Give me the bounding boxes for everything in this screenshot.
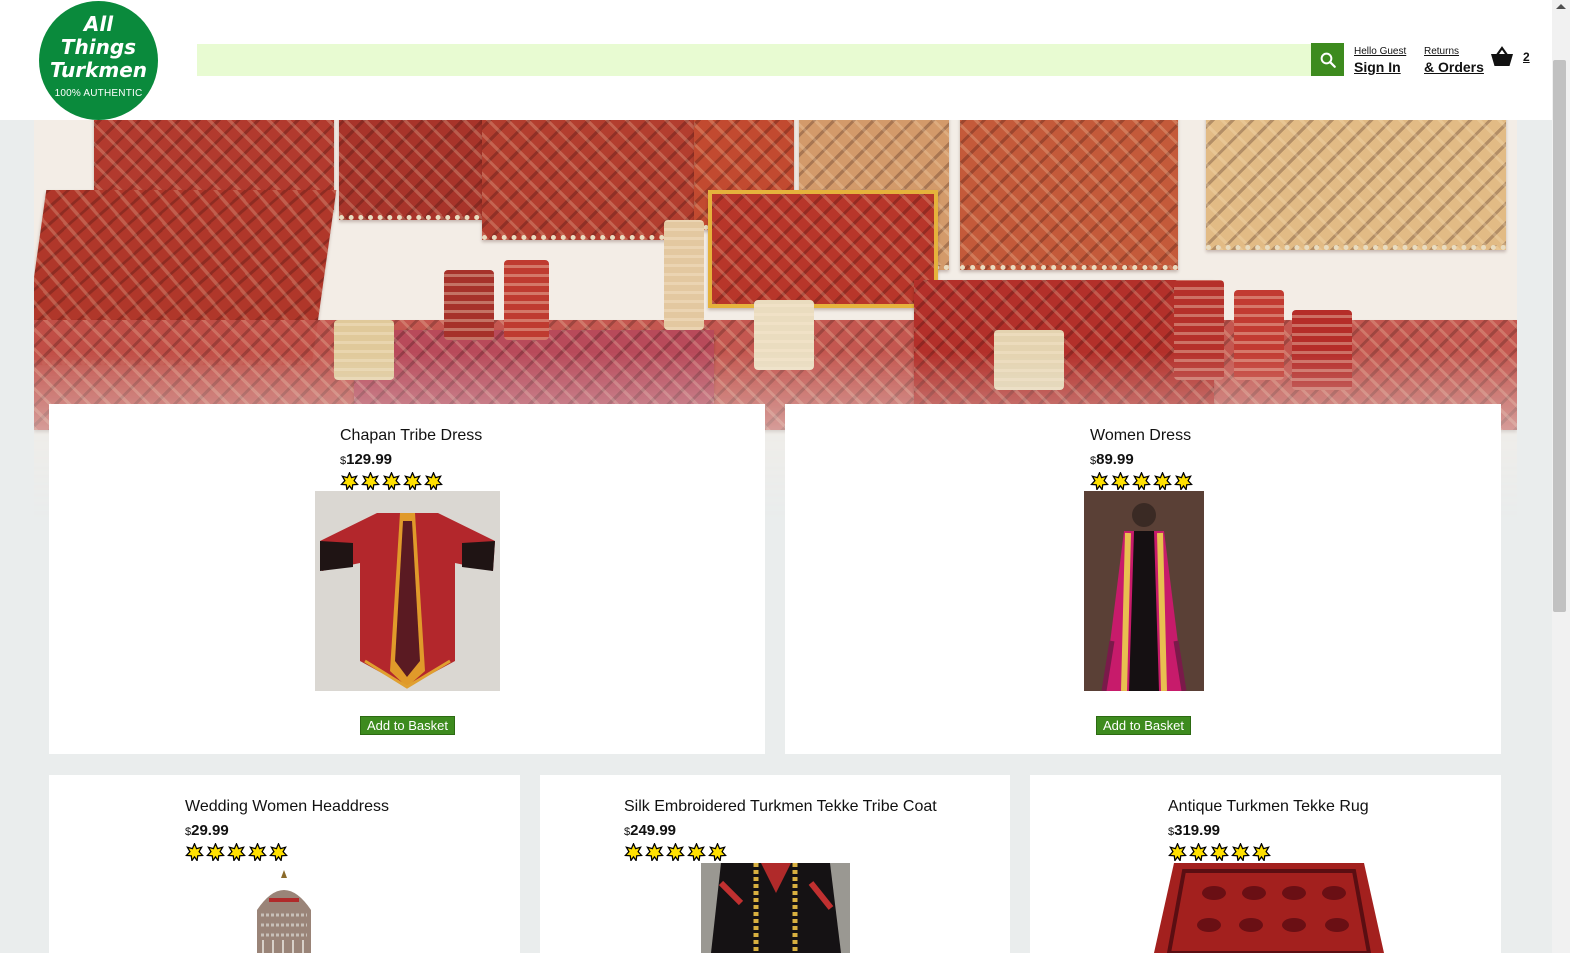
scrollbar-thumb[interactable] xyxy=(1553,60,1566,612)
star-icon xyxy=(227,843,246,861)
star-icon xyxy=(1090,472,1109,490)
product-card: Antique Turkmen Tekke Rug $319.99 xyxy=(1030,775,1501,953)
star-icon xyxy=(1189,843,1208,861)
price-amount: 89.99 xyxy=(1096,451,1134,468)
product-info: Antique Turkmen Tekke Rug $319.99 xyxy=(1168,797,1369,861)
star-icon xyxy=(1132,472,1151,490)
product-name[interactable]: Women Dress xyxy=(1090,426,1193,446)
product-card: Silk Embroidered Turkmen Tekke Tribe Coa… xyxy=(540,775,1010,953)
star-icon xyxy=(269,843,288,861)
star-icon xyxy=(185,843,204,861)
search-icon xyxy=(1320,52,1336,68)
star-icon xyxy=(1153,472,1172,490)
star-icon xyxy=(624,843,643,861)
basket-count[interactable]: 2 xyxy=(1523,50,1530,64)
product-name[interactable]: Antique Turkmen Tekke Rug xyxy=(1168,797,1369,817)
returns-label: Returns xyxy=(1424,46,1460,57)
star-icon xyxy=(1174,472,1193,490)
logo-line-1: All xyxy=(83,12,114,36)
star-icon xyxy=(1168,843,1187,861)
star-icon xyxy=(708,843,727,861)
product-image[interactable] xyxy=(1154,863,1384,953)
product-name[interactable]: Chapan Tribe Dress xyxy=(340,426,482,446)
account-link[interactable]: Hello Guest Sign In xyxy=(1354,46,1406,76)
star-icon xyxy=(1231,843,1250,861)
price-amount: 129.99 xyxy=(346,451,393,468)
product-card: Wedding Women Headdress $29.99 xyxy=(49,775,520,953)
account-greeting: Hello Guest xyxy=(1354,46,1407,57)
product-price: $129.99 xyxy=(340,452,482,469)
site-header: All Things Turkmen 100% AUTHENTIC Hello … xyxy=(0,0,1552,120)
search-input[interactable] xyxy=(197,44,1311,76)
product-rating xyxy=(185,843,389,861)
product-image[interactable] xyxy=(1084,491,1204,691)
product-info: Wedding Women Headdress $29.99 xyxy=(185,797,389,861)
logo-line-3: Turkmen xyxy=(49,58,148,82)
product-price: $249.99 xyxy=(624,823,937,840)
star-icon xyxy=(248,843,267,861)
logo-line-2: Things xyxy=(60,35,137,59)
product-price: $319.99 xyxy=(1168,823,1369,840)
basket-icon[interactable] xyxy=(1490,45,1514,69)
star-icon xyxy=(687,843,706,861)
star-icon xyxy=(645,843,664,861)
product-image[interactable] xyxy=(249,870,319,953)
orders-link[interactable]: Returns & Orders xyxy=(1424,46,1484,76)
sign-in-label: Sign In xyxy=(1354,59,1401,75)
star-icon xyxy=(361,472,380,490)
product-info: Women Dress $89.99 xyxy=(1090,426,1193,490)
product-rating xyxy=(1168,843,1369,861)
product-rating xyxy=(340,472,482,490)
star-icon xyxy=(424,472,443,490)
price-amount: 29.99 xyxy=(191,822,229,839)
star-icon xyxy=(403,472,422,490)
product-card: Chapan Tribe Dress $129.99 Add to Basket xyxy=(49,404,765,754)
star-icon xyxy=(382,472,401,490)
logo-tagline: 100% AUTHENTIC xyxy=(54,88,143,99)
star-icon xyxy=(1252,843,1271,861)
star-icon xyxy=(1111,472,1130,490)
search-button[interactable] xyxy=(1311,43,1344,76)
add-to-basket-button[interactable]: Add to Basket xyxy=(1096,716,1191,735)
star-icon xyxy=(666,843,685,861)
product-rating xyxy=(1090,472,1193,490)
product-name[interactable]: Silk Embroidered Turkmen Tekke Tribe Coa… xyxy=(624,797,937,817)
price-amount: 249.99 xyxy=(630,822,677,839)
product-image[interactable] xyxy=(315,491,500,691)
star-icon xyxy=(1210,843,1229,861)
add-to-basket-button[interactable]: Add to Basket xyxy=(360,716,455,735)
orders-label: & Orders xyxy=(1424,59,1484,75)
star-icon xyxy=(206,843,225,861)
product-price: $29.99 xyxy=(185,823,389,840)
product-rating xyxy=(624,843,937,861)
product-info: Chapan Tribe Dress $129.99 xyxy=(340,426,482,490)
product-name[interactable]: Wedding Women Headdress xyxy=(185,797,389,817)
product-price: $89.99 xyxy=(1090,452,1193,469)
scroll-up-arrow[interactable] xyxy=(1556,4,1566,9)
product-info: Silk Embroidered Turkmen Tekke Tribe Coa… xyxy=(624,797,937,861)
product-card: Women Dress $89.99 Add to Basket xyxy=(785,404,1501,754)
logo[interactable]: All Things Turkmen 100% AUTHENTIC xyxy=(39,1,158,120)
product-image[interactable] xyxy=(701,863,850,953)
star-icon xyxy=(340,472,359,490)
price-amount: 319.99 xyxy=(1174,822,1221,839)
